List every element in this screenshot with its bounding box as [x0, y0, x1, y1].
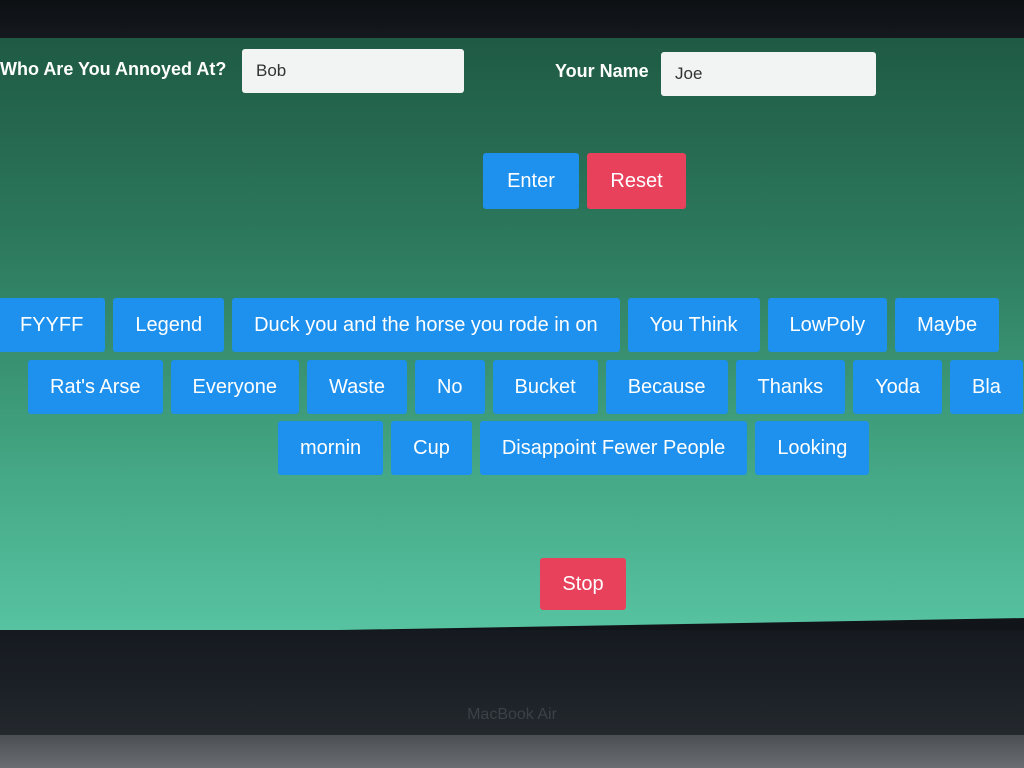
app-screen: Who Are You Annoyed At? Your Name Enter … [0, 38, 1024, 636]
screen-bezel-top [0, 0, 1024, 40]
word-button[interactable]: Thanks [735, 360, 846, 414]
enter-button[interactable]: Enter [483, 153, 579, 209]
word-button[interactable]: Maybe [895, 298, 1000, 352]
device-label: MacBook Air [467, 706, 557, 723]
name-input[interactable] [661, 52, 876, 96]
word-button[interactable]: No [414, 360, 485, 414]
word-button[interactable]: FYYFF [0, 298, 106, 352]
word-button[interactable]: Everyone [170, 360, 300, 414]
word-button[interactable]: Disappoint Fewer People [479, 421, 748, 475]
word-row-2: Rat's Arse Everyone Waste No Bucket Because Th… [28, 360, 1023, 414]
name-label: Your Name [555, 61, 649, 81]
word-button[interactable]: Duck you and the horse you rode in on [232, 298, 620, 352]
word-button[interactable]: Yoda [853, 360, 943, 414]
word-button[interactable]: Looking [755, 421, 870, 475]
reset-button[interactable]: Reset [587, 153, 686, 209]
word-button[interactable]: You Think [627, 298, 760, 352]
word-button[interactable]: mornin [278, 421, 384, 475]
word-button[interactable]: Cup [391, 421, 472, 475]
word-button[interactable]: Legend [113, 298, 225, 352]
stop-button[interactable]: Stop [540, 558, 626, 610]
word-row-3: mornin Cup Disappoint Fewer People Looking [278, 421, 870, 475]
word-button[interactable]: Bla [950, 360, 1023, 414]
word-button[interactable]: Because [605, 360, 728, 414]
target-input[interactable] [242, 49, 464, 93]
target-label: Who Are You Annoyed At? [0, 59, 227, 79]
word-button[interactable]: LowPoly [767, 298, 888, 352]
word-button[interactable]: Bucket [492, 360, 598, 414]
word-button[interactable]: Rat's Arse [28, 360, 163, 414]
laptop-base [0, 735, 1024, 768]
word-row-1: FYYFF Legend Duck you and the horse you ro… [0, 298, 1000, 352]
word-button[interactable]: Waste [307, 360, 407, 414]
